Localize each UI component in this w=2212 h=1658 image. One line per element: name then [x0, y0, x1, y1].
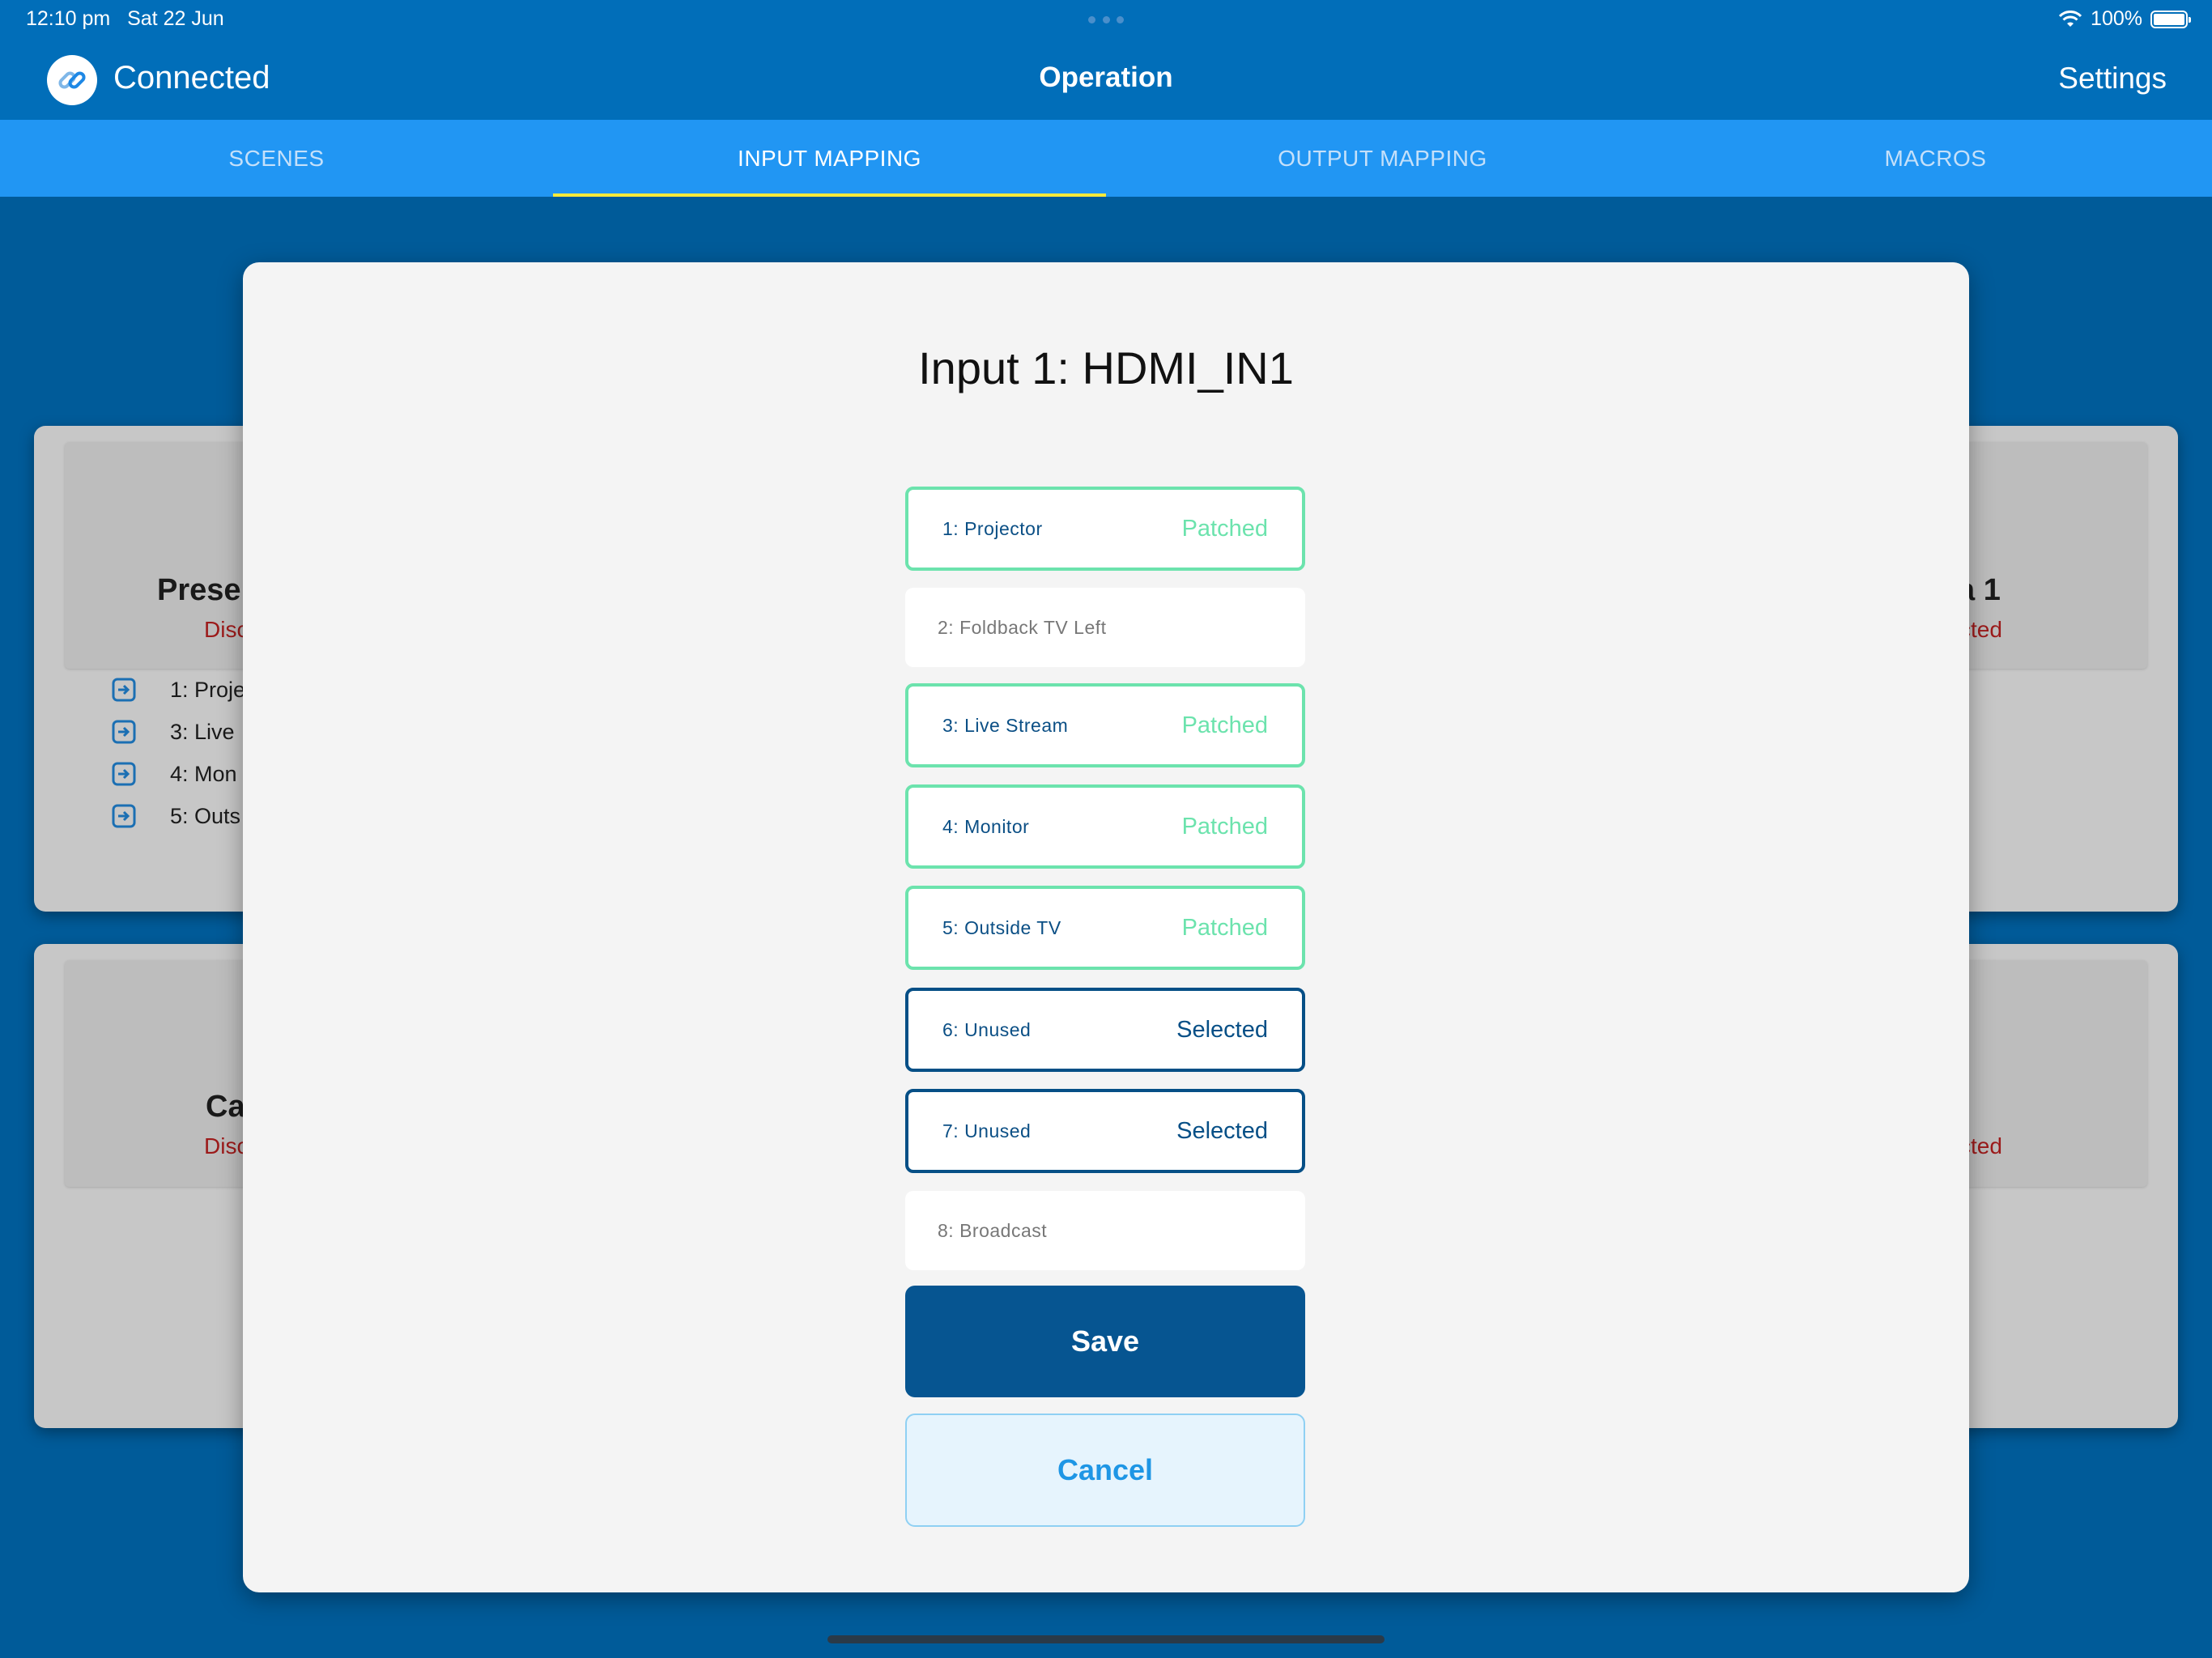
option-status: Patched	[1181, 914, 1268, 941]
scene-card-title: Ca	[206, 1090, 245, 1124]
list-item-label: 1: Proje	[170, 677, 246, 702]
tab-input-mapping[interactable]: INPUT MAPPING	[553, 120, 1106, 197]
page-title: Operation	[1039, 62, 1173, 93]
option-label: 5: Outside TV	[942, 916, 1061, 938]
dialog-title: Input 1: HDMI_IN1	[918, 342, 1294, 393]
input-icon	[112, 720, 136, 744]
option-status: Patched	[1181, 515, 1268, 542]
option-status: Patched	[1181, 712, 1268, 738]
option-label: 4: Monitor	[942, 815, 1030, 837]
option-status: Patched	[1181, 813, 1268, 840]
output-option-2[interactable]: 2: Foldback TV Left	[905, 588, 1305, 667]
option-label: 6: Unused	[942, 1018, 1032, 1040]
input-mapping-dialog: Input 1: HDMI_IN1 1: Projector Patched 2…	[243, 262, 1969, 1592]
scene-card-title: Prese	[157, 573, 241, 607]
input-icon	[112, 678, 136, 702]
option-status: Selected	[1176, 1117, 1268, 1144]
output-option-5[interactable]: 5: Outside TV Patched	[905, 886, 1305, 970]
input-icon	[112, 804, 136, 828]
list-item-label: 5: Outs	[170, 803, 241, 828]
list-item: 3: Live	[112, 716, 235, 748]
list-item: 4: Mon	[112, 758, 237, 790]
output-option-1[interactable]: 1: Projector Patched	[905, 487, 1305, 571]
scene-card-status: Disc	[204, 617, 249, 642]
output-option-8[interactable]: 8: Broadcast	[905, 1191, 1305, 1270]
option-label: 8: Broadcast	[938, 1219, 1048, 1241]
tab-macros[interactable]: MACROS	[1659, 120, 2212, 197]
tab-output-mapping[interactable]: OUTPUT MAPPING	[1106, 120, 1659, 197]
status-indicators: 100%	[2058, 7, 2191, 31]
cancel-button[interactable]: Cancel	[905, 1414, 1305, 1527]
option-label: 3: Live Stream	[942, 714, 1069, 736]
navigation-bar: 12:10 pm Sat 22 Jun 100% Connected Opera…	[0, 0, 2212, 120]
input-icon	[112, 762, 136, 786]
option-status: Selected	[1176, 1016, 1268, 1043]
option-label: 1: Projector	[942, 517, 1043, 539]
option-label: 7: Unused	[942, 1120, 1032, 1141]
status-clock: 12:10 pm	[26, 7, 111, 30]
battery-icon	[2150, 10, 2191, 28]
settings-button[interactable]: Settings	[2058, 62, 2167, 96]
multitasking-dots-icon[interactable]	[1088, 16, 1124, 23]
output-option-4[interactable]: 4: Monitor Patched	[905, 784, 1305, 869]
option-label: 2: Foldback TV Left	[938, 616, 1107, 638]
output-option-6[interactable]: 6: Unused Selected	[905, 988, 1305, 1072]
wifi-icon	[2058, 10, 2082, 27]
save-button[interactable]: Save	[905, 1286, 1305, 1397]
list-item: 1: Proje	[112, 674, 245, 706]
home-indicator[interactable]	[827, 1635, 1385, 1643]
tab-bar: SCENES INPUT MAPPING OUTPUT MAPPING MACR…	[0, 120, 2212, 197]
list-item-label: 3: Live	[170, 719, 235, 744]
scene-card-status: Disc	[204, 1133, 249, 1158]
list-item: 5: Outs	[112, 800, 240, 832]
battery-percent: 100%	[2091, 7, 2142, 30]
status-date: Sat 22 Jun	[127, 7, 224, 30]
output-option-7[interactable]: 7: Unused Selected	[905, 1089, 1305, 1173]
status-time: 12:10 pm Sat 22 Jun	[26, 7, 224, 31]
output-option-3[interactable]: 3: Live Stream Patched	[905, 683, 1305, 767]
list-item-label: 4: Mon	[170, 761, 237, 786]
tab-scenes[interactable]: SCENES	[0, 120, 553, 197]
